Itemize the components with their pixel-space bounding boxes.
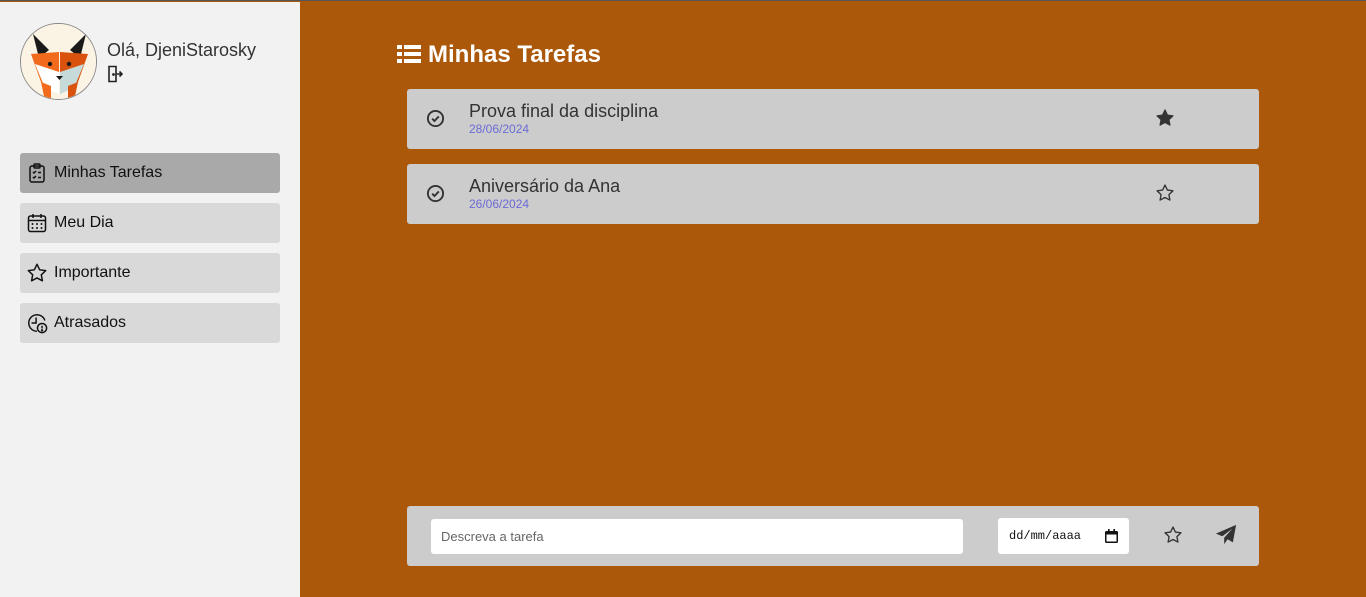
calendar-picker-icon[interactable] — [1105, 529, 1118, 543]
clipboard-list-icon — [26, 162, 48, 184]
task-title: Prova final da disciplina — [469, 101, 659, 121]
new-task-composer: dd/mm/aaaa — [407, 506, 1259, 566]
date-input-placeholder: dd/mm/aaaa — [1009, 529, 1082, 543]
page-title: Minhas Tarefas — [397, 41, 601, 69]
sidebar-item-atrasados[interactable]: Atrasados — [20, 303, 280, 343]
check-circle-icon[interactable] — [426, 109, 445, 128]
task-card: Aniversário da Ana 26/06/2024 — [407, 164, 1259, 224]
task-date-input[interactable]: dd/mm/aaaa — [998, 518, 1129, 554]
send-icon[interactable] — [1215, 524, 1237, 546]
task-description-input[interactable] — [431, 519, 963, 554]
sidebar-item-label: Importante — [54, 264, 131, 281]
task-date: 26/06/2024 — [469, 197, 530, 211]
clock-alert-icon — [26, 312, 48, 334]
calendar-icon — [26, 212, 48, 234]
user-greeting: Olá, DjeniStarosky — [107, 40, 257, 60]
fox-avatar-icon — [20, 23, 97, 100]
sidebar-item-importante[interactable]: Importante — [20, 253, 280, 293]
star-filled-icon[interactable] — [1155, 108, 1175, 128]
sidebar-item-meu-dia[interactable]: Meu Dia — [20, 203, 280, 243]
page-title-text: Minhas Tarefas — [428, 41, 601, 68]
sidebar-item-label: Minhas Tarefas — [54, 164, 163, 181]
logout-icon[interactable] — [107, 65, 124, 83]
check-circle-icon[interactable] — [426, 184, 445, 203]
star-icon — [26, 262, 48, 284]
sidebar-item-minhas-tarefas[interactable]: Minhas Tarefas — [20, 153, 280, 193]
star-outline-icon[interactable] — [1155, 183, 1175, 203]
task-card: Prova final da disciplina 28/06/2024 — [407, 89, 1259, 149]
sidebar-item-label: Atrasados — [54, 314, 127, 331]
star-outline-icon[interactable] — [1163, 525, 1183, 545]
sidebar: Olá, DjeniStarosky Minhas Tarefas Meu Di… — [0, 2, 300, 597]
sidebar-nav: Minhas Tarefas Meu Dia Importante Atrasa… — [20, 153, 280, 353]
list-icon — [397, 44, 421, 66]
task-date: 28/06/2024 — [469, 122, 530, 136]
sidebar-item-label: Meu Dia — [54, 214, 114, 231]
task-title: Aniversário da Ana — [469, 176, 621, 196]
